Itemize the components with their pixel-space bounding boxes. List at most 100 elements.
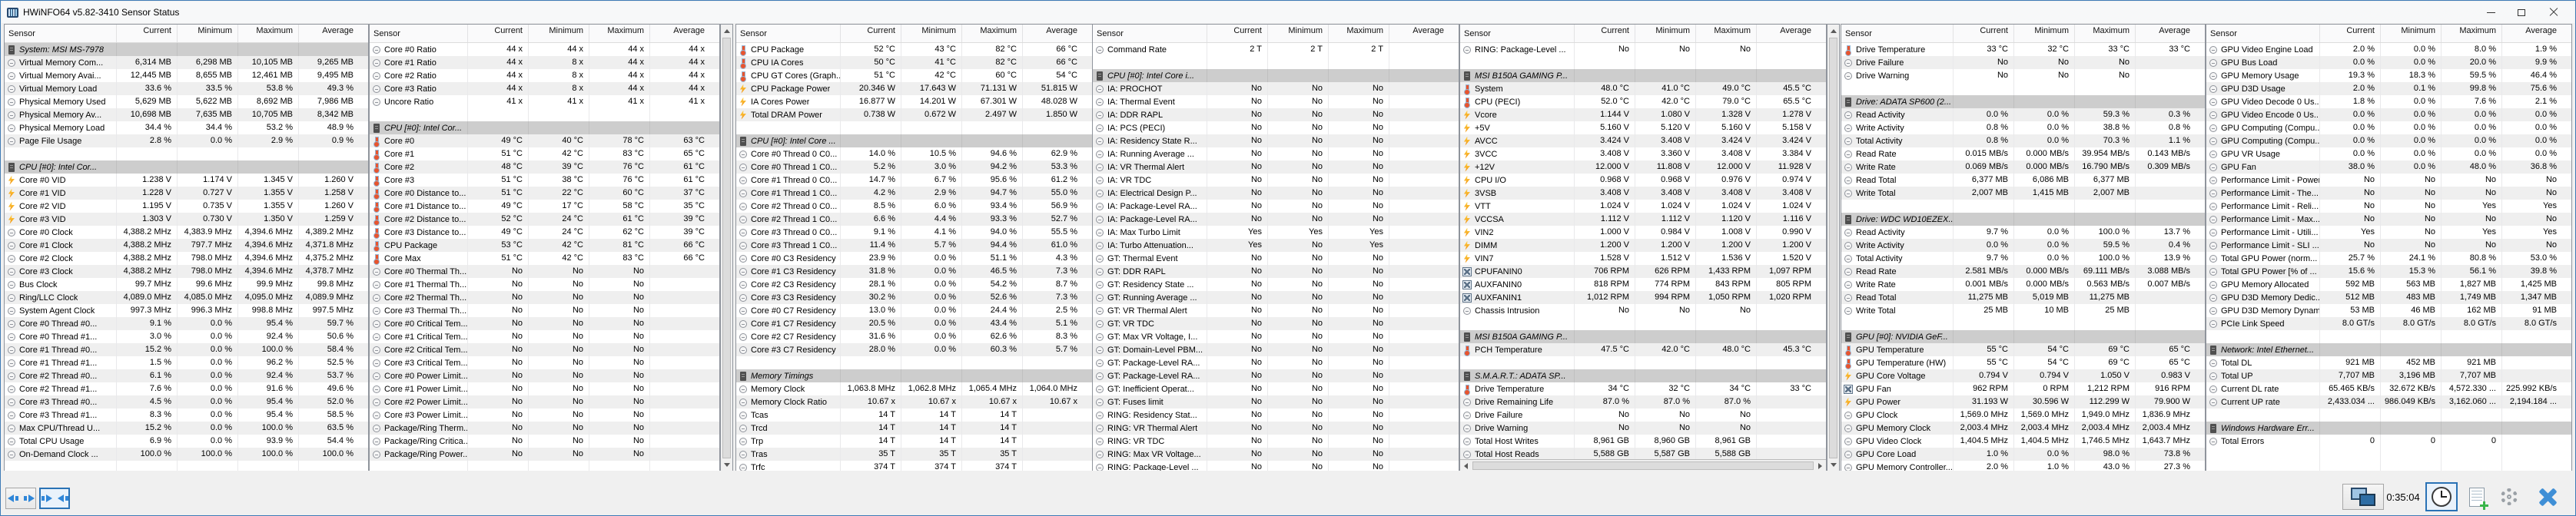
section-header-row[interactable]: MSI B150A GAMING P...: [1460, 69, 1826, 82]
column-header-minimum[interactable]: Minimum: [2013, 25, 2074, 42]
column-header-average[interactable]: Average: [1756, 25, 1817, 42]
sensor-row[interactable]: Core #2 Distance to...52 °C24 °C61 °C39 …: [370, 213, 719, 226]
column-header-current[interactable]: Current: [467, 25, 528, 42]
sensor-row[interactable]: Total CPU Usage6.9 %0.0 %93.9 %54.4 %: [5, 435, 368, 448]
sensor-row[interactable]: Core #2 Ratio44 x8 x44 x44 x: [370, 69, 719, 82]
sensor-row[interactable]: Read Total11,275 MB5,019 MB11,275 MB: [1841, 291, 2205, 304]
sensor-row[interactable]: GPU Core Voltage0.794 V0.794 V1.050 V0.9…: [1841, 369, 2205, 382]
sensor-row[interactable]: Drive WarningNoNoNo: [1460, 422, 1826, 435]
sensor-row[interactable]: Total Activity9.7 %0.0 %100.0 %13.9 %: [1841, 252, 2205, 265]
column-header-average[interactable]: Average: [1389, 25, 1449, 42]
sensor-row[interactable]: +5V5.160 V5.120 V5.160 V5.158 V: [1460, 121, 1826, 134]
column-header-current[interactable]: Current: [840, 25, 901, 42]
sensor-row[interactable]: CPUFANIN0706 RPM626 RPM1,433 RPM1,097 RP…: [1460, 265, 1826, 278]
sensor-row[interactable]: Core #151 °C42 °C83 °C65 °C: [370, 147, 719, 160]
sensor-row[interactable]: Chassis IntrusionNoNoNo: [1460, 304, 1826, 317]
sensor-row[interactable]: Uncore Ratio41 x41 x41 x41 x: [370, 95, 719, 108]
sensor-row[interactable]: Core #3 Distance to...49 °C24 °C62 °C39 …: [370, 226, 719, 239]
sensor-row[interactable]: VIN21.000 V0.984 V1.008 V0.990 V: [1460, 226, 1826, 239]
sensor-row[interactable]: GPU Bus Load0.0 %0.0 %20.0 %9.9 %: [2206, 56, 2571, 69]
sensor-row[interactable]: GT: Package-Level RA...NoNoNo: [1093, 369, 1459, 382]
sensor-row[interactable]: Total DRAM Power0.738 W0.672 W2.497 W1.8…: [736, 108, 1092, 121]
sensor-row[interactable]: GT: Running Average ...NoNoNo: [1093, 291, 1459, 304]
column-header-sensor[interactable]: Sensor: [5, 25, 116, 42]
sensor-row[interactable]: Core #0 Thread #0...9.1 %0.0 %95.4 %59.7…: [5, 317, 368, 330]
sensor-row[interactable]: Read Activity0.0 %0.0 %59.3 %0.3 %: [1841, 108, 2205, 121]
vertical-scrollbar-2[interactable]: [1827, 24, 1840, 472]
sensor-row[interactable]: IA: VR Thermal AlertNoNoNo: [1093, 160, 1459, 174]
sensor-row[interactable]: GPU Fan38.0 %0.0 %48.0 %36.8 %: [2206, 160, 2571, 174]
sensor-row[interactable]: GT: Thermal EventNoNoNo: [1093, 252, 1459, 265]
sensor-row[interactable]: RING: VR TDCNoNoNo: [1093, 435, 1459, 448]
sensor-row[interactable]: CPU Package53 °C42 °C81 °C66 °C: [370, 239, 719, 252]
sensor-row[interactable]: Core #2 Thread 1 C0...6.6 %4.4 %93.3 %52…: [736, 213, 1092, 226]
sensor-row[interactable]: Total Host Writes8,961 GB8,960 GB8,961 G…: [1460, 435, 1826, 448]
scroll-up-button[interactable]: [722, 25, 732, 37]
column-header-sensor[interactable]: Sensor: [1093, 25, 1207, 42]
sensor-row[interactable]: CPU (PECI)52.0 °C42.0 °C79.0 °C65.5 °C: [1460, 95, 1826, 108]
column-header-average[interactable]: Average: [649, 25, 710, 42]
section-header-row[interactable]: CPU [#0]: Intel Cor...: [5, 160, 368, 174]
sensor-row[interactable]: CPU I/O0.968 V0.968 V0.976 V0.974 V: [1460, 174, 1826, 187]
column-header-minimum[interactable]: Minimum: [177, 25, 237, 42]
sensor-row[interactable]: Core #3 C3 Residency30.2 %0.0 %52.6 %7.3…: [736, 291, 1092, 304]
sensor-row[interactable]: VCCSA1.112 V1.112 V1.120 V1.116 V: [1460, 213, 1826, 226]
sensor-row[interactable]: RING: Max VR Voltage...NoNoNo: [1093, 448, 1459, 461]
column-header-maximum[interactable]: Maximum: [589, 25, 649, 42]
sensor-row[interactable]: Total Activity0.8 %0.0 %70.3 %1.1 %: [1841, 134, 2205, 147]
sensor-row[interactable]: CPU IA Cores50 °C41 °C82 °C66 °C: [736, 56, 1092, 69]
sensor-row[interactable]: Core #2 VID1.195 V0.735 V1.355 V1.260 V: [5, 200, 368, 213]
sensor-row[interactable]: Total GPU Power (norm...25.7 %24.1 %80.8…: [2206, 252, 2571, 265]
sensor-row[interactable]: GPU Fan962 RPM0 RPM1,212 RPM916 RPM: [1841, 382, 2205, 395]
sensor-row[interactable]: Core #1 Clock4,388.2 MHz797.7 MHz4,394.6…: [5, 239, 368, 252]
sensor-row[interactable]: VTT1.024 V1.024 V1.024 V1.024 V: [1460, 200, 1826, 213]
sensor-row[interactable]: Memory Clock1,063.8 MHz1,062.8 MHz1,065.…: [736, 382, 1092, 395]
sensor-row[interactable]: RING: VR Thermal AlertNoNoNo: [1093, 422, 1459, 435]
sensor-row[interactable]: GPU Video Engine Load2.0 %0.0 %8.0 %1.9 …: [2206, 43, 2571, 56]
sensor-row[interactable]: System48.0 °C41.0 °C49.0 °C45.5 °C: [1460, 82, 1826, 95]
column-header-current[interactable]: Current: [1574, 25, 1635, 42]
sensor-row[interactable]: Core #1 Thread #0...15.2 %0.0 %100.0 %58…: [5, 343, 368, 356]
column-header-maximum[interactable]: Maximum: [961, 25, 1022, 42]
sensor-row[interactable]: Core #248 °C39 °C76 °C61 °C: [370, 160, 719, 174]
sensor-row[interactable]: Core #2 Thermal Th...NoNoNo: [370, 291, 719, 304]
sensor-row[interactable]: Write Rate0.001 MB/s0.000 MB/s0.563 MB/s…: [1841, 278, 2205, 291]
sensor-row[interactable]: IA: PCS (PECI)NoNoNo: [1093, 121, 1459, 134]
sensor-row[interactable]: Trp14 T14 T14 T: [736, 435, 1092, 448]
sensor-row[interactable]: Vcore1.144 V1.080 V1.328 V1.278 V: [1460, 108, 1826, 121]
collapse-columns-button[interactable]: [39, 488, 70, 509]
sensor-row[interactable]: Core #0 VID1.238 V1.174 V1.345 V1.260 V: [5, 174, 368, 187]
sensor-row[interactable]: GT: VR Thermal AlertNoNoNo: [1093, 304, 1459, 317]
scrollbar-thumb[interactable]: [1472, 461, 1814, 470]
logging-clock-button[interactable]: [2425, 482, 2458, 511]
sensor-row[interactable]: GPU Memory Clock2,003.4 MHz2,003.4 MHz2,…: [1841, 422, 2205, 435]
sensor-row[interactable]: 3VSB3.408 V3.408 V3.408 V3.408 V: [1460, 187, 1826, 200]
sensor-row[interactable]: GPU Core Load1.0 %0.0 %98.0 %73.8 %: [1841, 448, 2205, 461]
sensor-row[interactable]: IA: DDR RAPLNoNoNo: [1093, 108, 1459, 121]
sensor-row[interactable]: GPU Memory Allocated592 MB563 MB1,827 MB…: [2206, 278, 2571, 291]
sensor-row[interactable]: GPU Power31.193 W30.596 W112.299 W79.900…: [1841, 395, 2205, 408]
sensor-row[interactable]: Core Max51 °C42 °C83 °C66 °C: [370, 252, 719, 265]
expand-columns-button[interactable]: [5, 488, 36, 509]
sensor-row[interactable]: Core #351 °C38 °C76 °C61 °C: [370, 174, 719, 187]
scroll-left-button[interactable]: [1460, 461, 1472, 471]
sensor-row[interactable]: GPU D3D Usage2.0 %0.1 %99.8 %75.6 %: [2206, 82, 2571, 95]
sensor-row[interactable]: Physical Memory Used5,629 MB5,622 MB8,69…: [5, 95, 368, 108]
sensor-row[interactable]: Drive WarningNoNoNo: [1841, 69, 2205, 82]
sensor-row[interactable]: GT: Fuses limitNoNoNo: [1093, 395, 1459, 408]
column-header-sensor[interactable]: Sensor: [1460, 25, 1574, 42]
sensor-row[interactable]: Core #3 C7 Residency28.0 %0.0 %60.3 %5.7…: [736, 343, 1092, 356]
sensor-row[interactable]: Read Rate2.581 MB/s0.000 MB/s69.111 MB/s…: [1841, 265, 2205, 278]
sensor-row[interactable]: Core #3 Thread #0...4.5 %0.0 %95.4 %52.0…: [5, 395, 368, 408]
sensor-row[interactable]: Read Activity9.7 %0.0 %100.0 %13.7 %: [1841, 226, 2205, 239]
sensor-row[interactable]: Performance Limit - Utili...YesNoYesYes: [2206, 226, 2571, 239]
sensor-row[interactable]: IA: Residency State R...NoNoNo: [1093, 134, 1459, 147]
section-header-row[interactable]: System: MSI MS-7978: [5, 43, 368, 56]
column-header-maximum[interactable]: Maximum: [2441, 25, 2501, 42]
scroll-down-button[interactable]: [722, 459, 732, 471]
sensor-row[interactable]: Core #1 C7 Residency20.5 %0.0 %43.4 %5.1…: [736, 317, 1092, 330]
sensor-row[interactable]: On-Demand Clock ...100.0 %100.0 %100.0 %…: [5, 448, 368, 461]
sensor-row[interactable]: CPU GT Cores (Graph...51 °C42 °C60 °C54 …: [736, 69, 1092, 82]
sensor-row[interactable]: Core #3 Ratio44 x8 x44 x44 x: [370, 82, 719, 95]
sensor-row[interactable]: IA Cores Power16.877 W14.201 W67.301 W48…: [736, 95, 1092, 108]
